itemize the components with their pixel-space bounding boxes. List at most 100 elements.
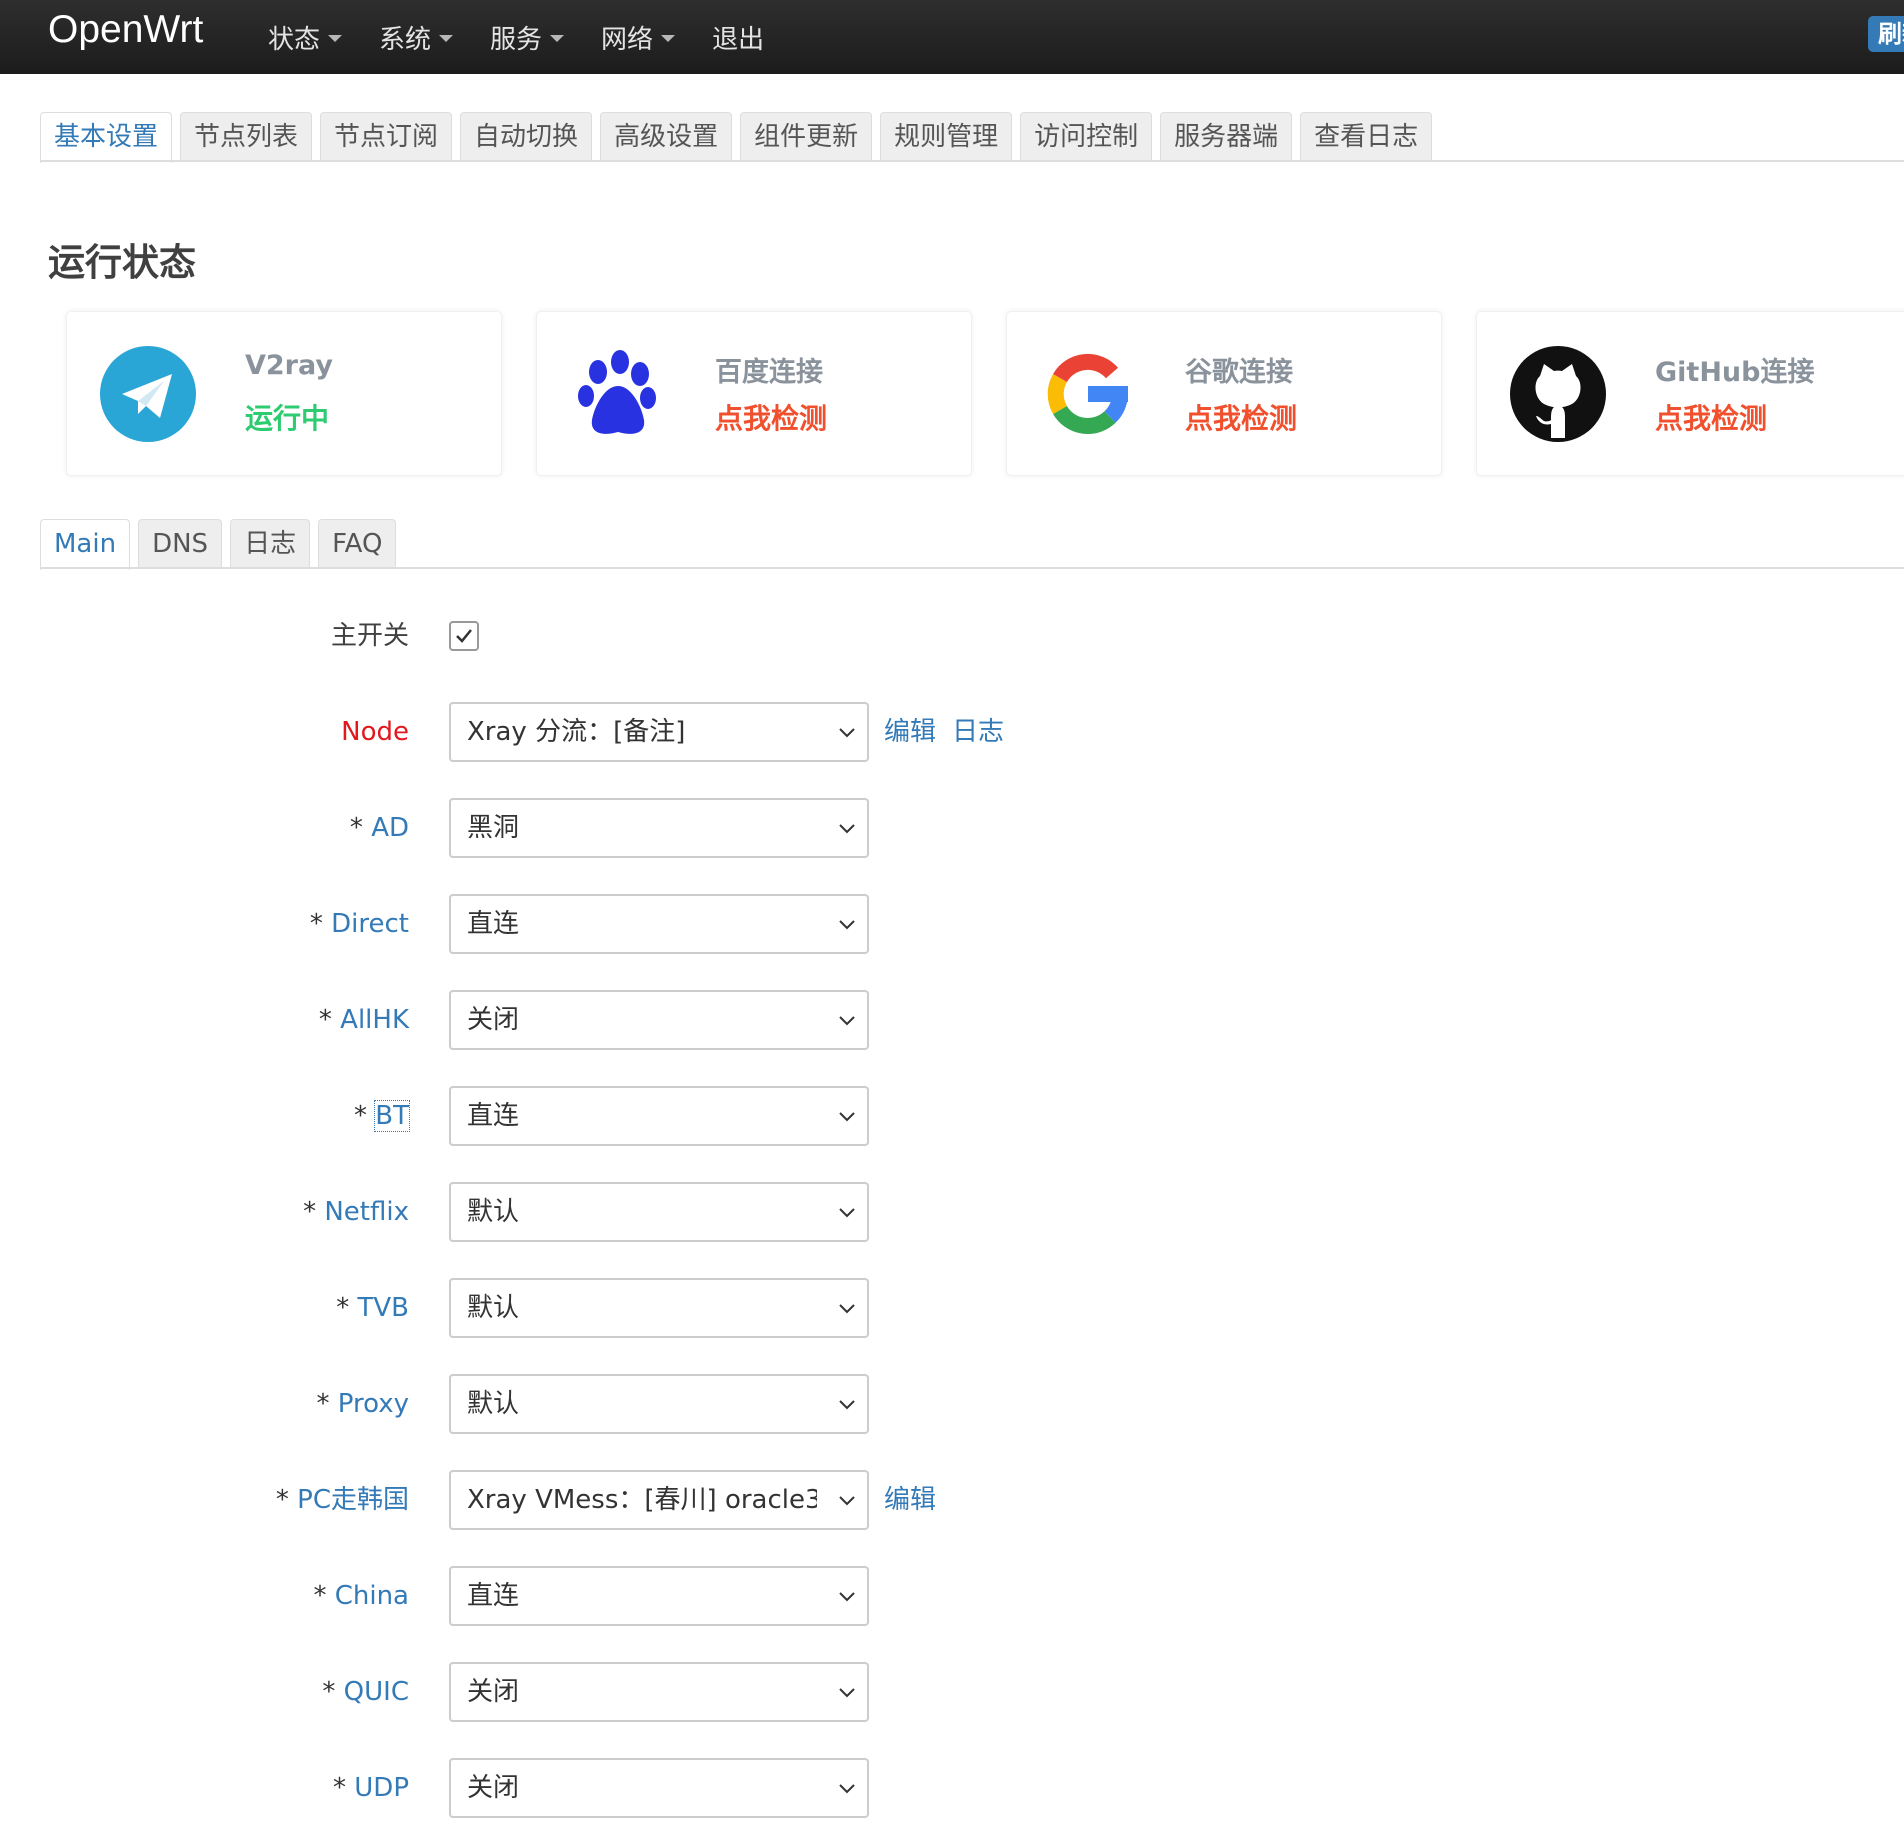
rule-select[interactable]: 直连 bbox=[449, 1086, 869, 1146]
rule-links: 编辑 bbox=[884, 1470, 936, 1530]
required-star: * bbox=[349, 813, 363, 843]
rule-row-quic: * QUIC 关闭 bbox=[0, 1662, 1904, 1722]
required-star: * bbox=[322, 1677, 336, 1707]
chevron-down-icon bbox=[839, 1496, 855, 1506]
status-card-check[interactable]: 点我检测 bbox=[715, 397, 827, 437]
main-switch-checkbox[interactable] bbox=[449, 621, 479, 651]
tab-rule-management[interactable]: 规则管理 bbox=[880, 112, 1013, 162]
google-g-icon bbox=[1047, 353, 1128, 434]
tab-main[interactable]: Main bbox=[40, 519, 131, 570]
tab-divider bbox=[40, 567, 1904, 569]
menu-status[interactable]: 状态 bbox=[268, 19, 343, 56]
form-label: * AllHK bbox=[319, 990, 409, 1050]
tab-view-logs[interactable]: 查看日志 bbox=[1300, 112, 1433, 162]
tab-basic-settings[interactable]: 基本设置 bbox=[40, 112, 173, 163]
node-links: 编辑 日志 bbox=[884, 702, 1004, 762]
main-menu: 状态 系统 服务 网络 退出 bbox=[268, 0, 764, 74]
status-card-check[interactable]: 点我检测 bbox=[1655, 397, 1767, 437]
rule-select[interactable]: Xray VMess：[春川] oracle3.ta bbox=[449, 1470, 869, 1530]
baidu-paw-icon bbox=[578, 350, 656, 434]
menu-system-label: 系统 bbox=[379, 24, 432, 55]
rule-label: AD bbox=[371, 813, 409, 843]
tab-node-list[interactable]: 节点列表 bbox=[180, 112, 313, 162]
rule-row-tvb: * TVB 默认 bbox=[0, 1278, 1904, 1338]
rule-row-udp: * UDP 关闭 bbox=[0, 1758, 1904, 1818]
tab-auto-switch[interactable]: 自动切换 bbox=[460, 112, 593, 162]
rule-label: UDP bbox=[354, 1773, 409, 1803]
required-star: * bbox=[354, 1101, 368, 1131]
rule-label: China bbox=[334, 1581, 409, 1611]
rule-select[interactable]: 关闭 bbox=[449, 1758, 869, 1818]
menu-logout[interactable]: 退出 bbox=[712, 19, 764, 56]
rule-select[interactable]: 直连 bbox=[449, 1566, 869, 1626]
tab-component-update[interactable]: 组件更新 bbox=[740, 112, 873, 162]
status-card-name: 谷歌连接 bbox=[1185, 357, 1293, 388]
select-value: Xray 分流：[备注] bbox=[467, 717, 686, 747]
rule-select[interactable]: 黑洞 bbox=[449, 798, 869, 858]
chevron-down-icon bbox=[839, 1208, 855, 1218]
rule-select[interactable]: 默认 bbox=[449, 1278, 869, 1338]
edit-link[interactable]: 编辑 bbox=[884, 1470, 936, 1530]
status-card-name: 百度连接 bbox=[715, 357, 823, 388]
chevron-down-icon bbox=[839, 1016, 855, 1026]
menu-network[interactable]: 网络 bbox=[601, 19, 676, 56]
rule-select[interactable]: 默认 bbox=[449, 1374, 869, 1434]
select-value: Xray VMess：[春川] oracle3.ta bbox=[467, 1485, 817, 1515]
select-value: 关闭 bbox=[467, 1005, 520, 1035]
node-select[interactable]: Xray 分流：[备注] bbox=[449, 702, 869, 762]
select-value: 关闭 bbox=[467, 1773, 520, 1803]
rule-label: BT bbox=[374, 1100, 410, 1132]
chevron-down-icon bbox=[839, 1688, 855, 1698]
tab-dns[interactable]: DNS bbox=[138, 519, 223, 569]
config-tabs: 基本设置 节点列表 节点订阅 自动切换 高级设置 组件更新 规则管理 访问控制 … bbox=[40, 112, 1433, 163]
checkmark-icon bbox=[456, 629, 472, 643]
form-label: * Direct bbox=[310, 894, 409, 954]
rule-row-china: * China 直连 bbox=[0, 1566, 1904, 1626]
rule-label: QUIC bbox=[343, 1677, 409, 1707]
tab-server-side[interactable]: 服务器端 bbox=[1160, 112, 1293, 162]
required-star: * bbox=[303, 1197, 317, 1227]
rule-select[interactable]: 关闭 bbox=[449, 990, 869, 1050]
menu-system[interactable]: 系统 bbox=[379, 19, 454, 56]
select-value: 直连 bbox=[467, 1581, 520, 1611]
rule-label: TVB bbox=[357, 1293, 409, 1323]
menu-network-label: 网络 bbox=[601, 24, 654, 55]
chevron-down-icon bbox=[839, 1784, 855, 1794]
edit-link[interactable]: 编辑 bbox=[884, 702, 936, 762]
tab-log[interactable]: 日志 bbox=[230, 519, 311, 569]
refresh-button[interactable]: 刷新 bbox=[1868, 16, 1904, 52]
status-card-v2ray: V2ray 运行中 bbox=[66, 311, 502, 476]
form-label: * TVB bbox=[336, 1278, 409, 1338]
chevron-down-icon bbox=[839, 728, 855, 738]
tab-advanced-settings[interactable]: 高级设置 bbox=[600, 112, 733, 162]
menu-status-label: 状态 bbox=[268, 24, 321, 55]
top-navbar: OpenWrt 状态 系统 服务 网络 退出 刷新 bbox=[0, 0, 1904, 74]
menu-services[interactable]: 服务 bbox=[490, 19, 565, 56]
rule-select[interactable]: 默认 bbox=[449, 1182, 869, 1242]
rule-row-direct: * Direct 直连 bbox=[0, 894, 1904, 954]
log-link[interactable]: 日志 bbox=[952, 702, 1004, 762]
select-value: 关闭 bbox=[467, 1677, 520, 1707]
rule-label: Netflix bbox=[324, 1197, 409, 1227]
tab-access-control[interactable]: 访问控制 bbox=[1020, 112, 1153, 162]
required-star: * bbox=[313, 1581, 327, 1611]
github-icon bbox=[1510, 346, 1606, 442]
rule-row-allhk: * AllHK 关闭 bbox=[0, 990, 1904, 1050]
status-card-check[interactable]: 点我检测 bbox=[1185, 397, 1297, 437]
status-cards: V2ray 运行中 百度连接 点我检测 谷歌连接 点我检测 GitHub连接 点… bbox=[66, 311, 1904, 476]
rule-label: AllHK bbox=[340, 1005, 409, 1035]
tab-node-subscribe[interactable]: 节点订阅 bbox=[320, 112, 453, 162]
form-label: 主开关 bbox=[331, 606, 409, 666]
required-star: * bbox=[318, 1005, 332, 1035]
form-label: * PC走韩国 bbox=[276, 1470, 409, 1530]
status-card-name: GitHub连接 bbox=[1655, 357, 1815, 388]
rule-label: PC走韩国 bbox=[297, 1485, 409, 1515]
tab-faq[interactable]: FAQ bbox=[318, 519, 397, 569]
brand-logo[interactable]: OpenWrt bbox=[48, 8, 203, 52]
rule-label: Proxy bbox=[337, 1389, 409, 1419]
caret-down-icon bbox=[439, 35, 454, 42]
rule-row-proxy: * Proxy 默认 bbox=[0, 1374, 1904, 1434]
form-label: * QUIC bbox=[322, 1662, 409, 1722]
rule-select[interactable]: 关闭 bbox=[449, 1662, 869, 1722]
rule-select[interactable]: 直连 bbox=[449, 894, 869, 954]
